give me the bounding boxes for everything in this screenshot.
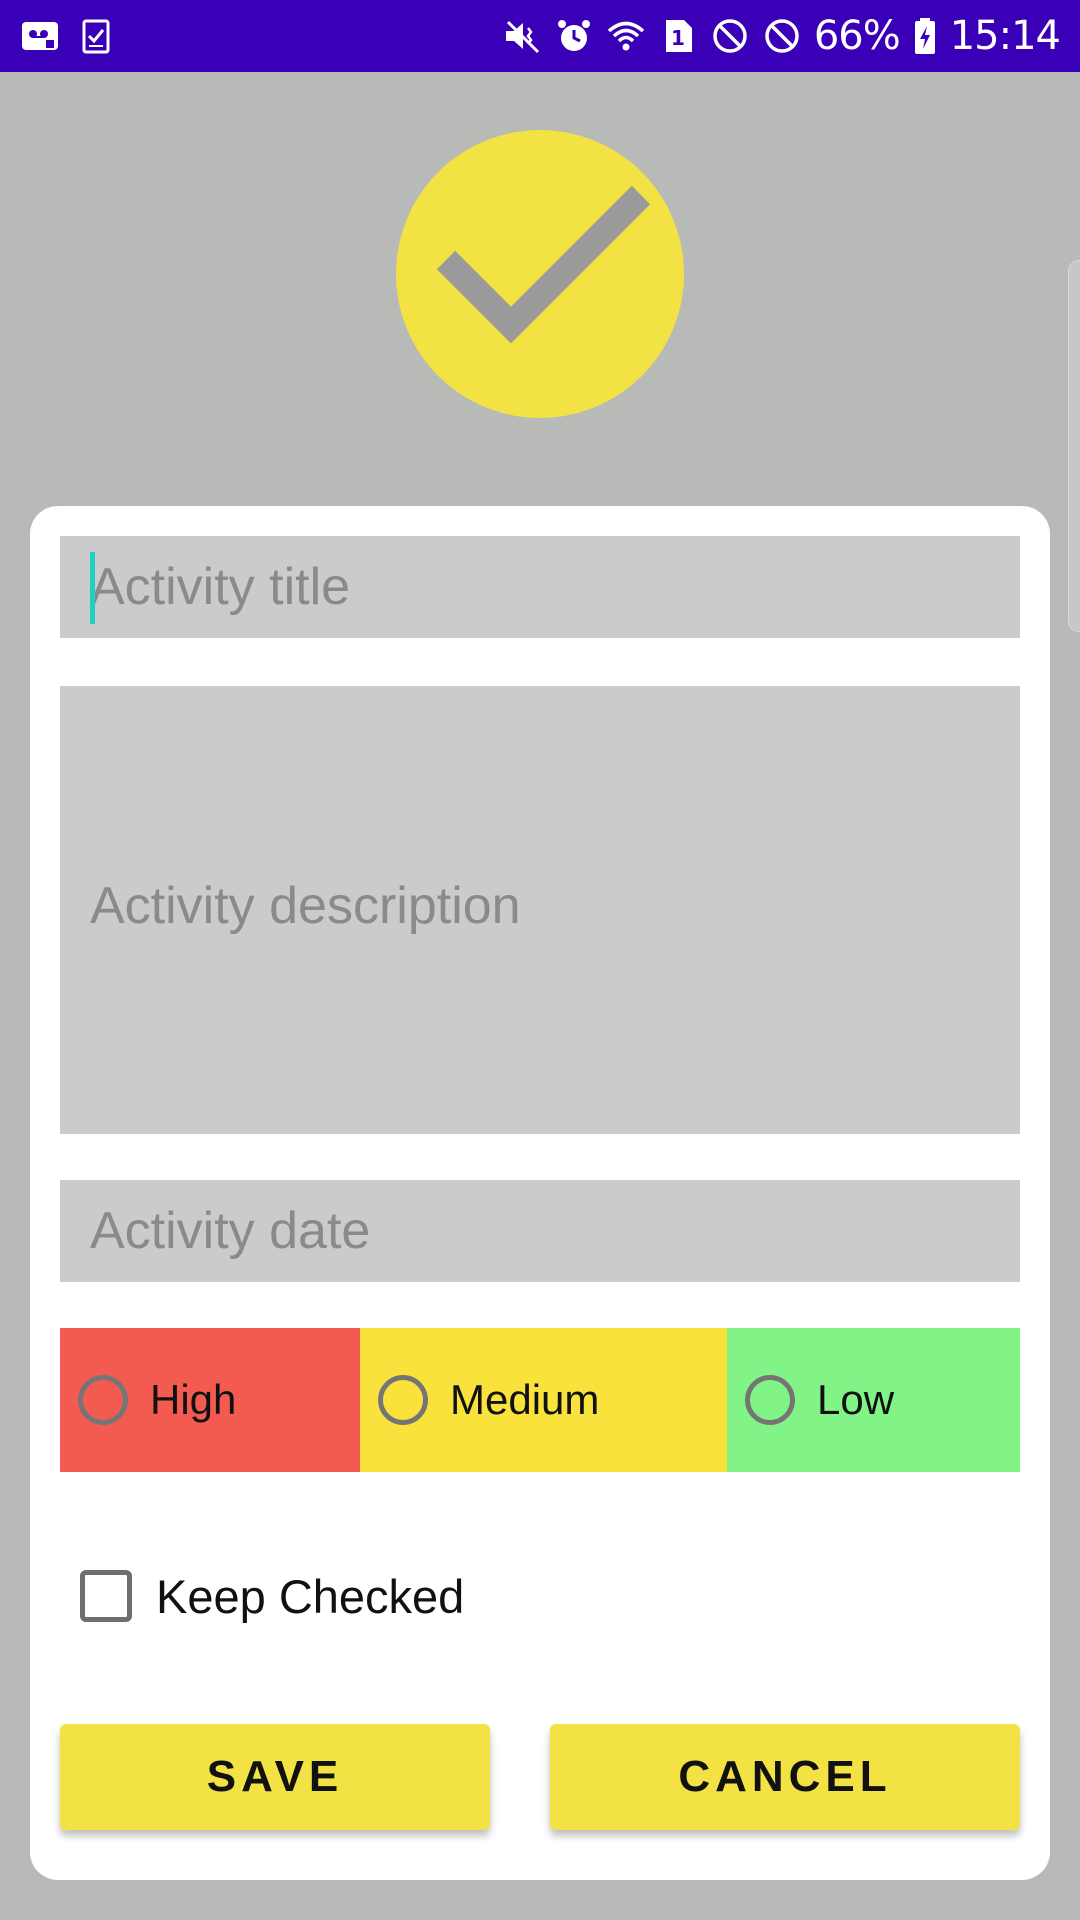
radio-button-icon[interactable]	[78, 1375, 128, 1425]
sim-icon: 1	[658, 16, 698, 56]
battery-percent: 66%	[813, 13, 901, 59]
priority-option-medium[interactable]: Medium	[360, 1328, 727, 1472]
alarm-icon	[554, 16, 594, 56]
battery-charging-icon	[912, 16, 938, 56]
status-bar: 1 66% 15:14	[0, 0, 1080, 72]
voicemail-icon	[20, 16, 60, 56]
wifi-icon	[606, 16, 646, 56]
status-bar-right-icons: 1 66% 15:14	[502, 0, 1061, 72]
edge-panel-handle[interactable]	[1068, 260, 1080, 632]
save-button[interactable]: SAVE	[60, 1724, 490, 1830]
text-cursor	[90, 552, 95, 624]
radio-button-icon[interactable]	[745, 1375, 795, 1425]
clock-time: 15:14	[949, 13, 1061, 59]
checkmark-icon	[436, 185, 651, 344]
priority-option-low[interactable]: Low	[727, 1328, 1020, 1472]
keep-checked-label: Keep Checked	[156, 1569, 465, 1623]
add-activity-dialog: High Medium Low Keep Checked SAVE CANCEL	[30, 506, 1050, 1880]
block-icon	[710, 16, 750, 56]
header-check-badge	[396, 130, 684, 418]
vibrate-mute-icon	[502, 16, 542, 56]
priority-option-high[interactable]: High	[60, 1328, 360, 1472]
keep-checked-checkbox[interactable]	[80, 1570, 132, 1622]
cancel-button[interactable]: CANCEL	[550, 1724, 1020, 1830]
status-bar-left-icons	[20, 14, 116, 58]
priority-label-high: High	[150, 1376, 237, 1423]
svg-text:1: 1	[671, 26, 685, 50]
block-icon	[762, 16, 802, 56]
keep-checked-row[interactable]: Keep Checked	[80, 1560, 464, 1632]
priority-radio-group: High Medium Low	[60, 1328, 1020, 1472]
priority-label-low: Low	[817, 1376, 895, 1423]
radio-button-icon[interactable]	[378, 1375, 428, 1425]
activity-description-input[interactable]	[60, 686, 1020, 1134]
activity-title-input[interactable]	[60, 536, 1020, 638]
priority-label-medium: Medium	[450, 1376, 600, 1423]
activity-date-input[interactable]	[60, 1180, 1020, 1282]
task-check-icon	[76, 16, 116, 56]
